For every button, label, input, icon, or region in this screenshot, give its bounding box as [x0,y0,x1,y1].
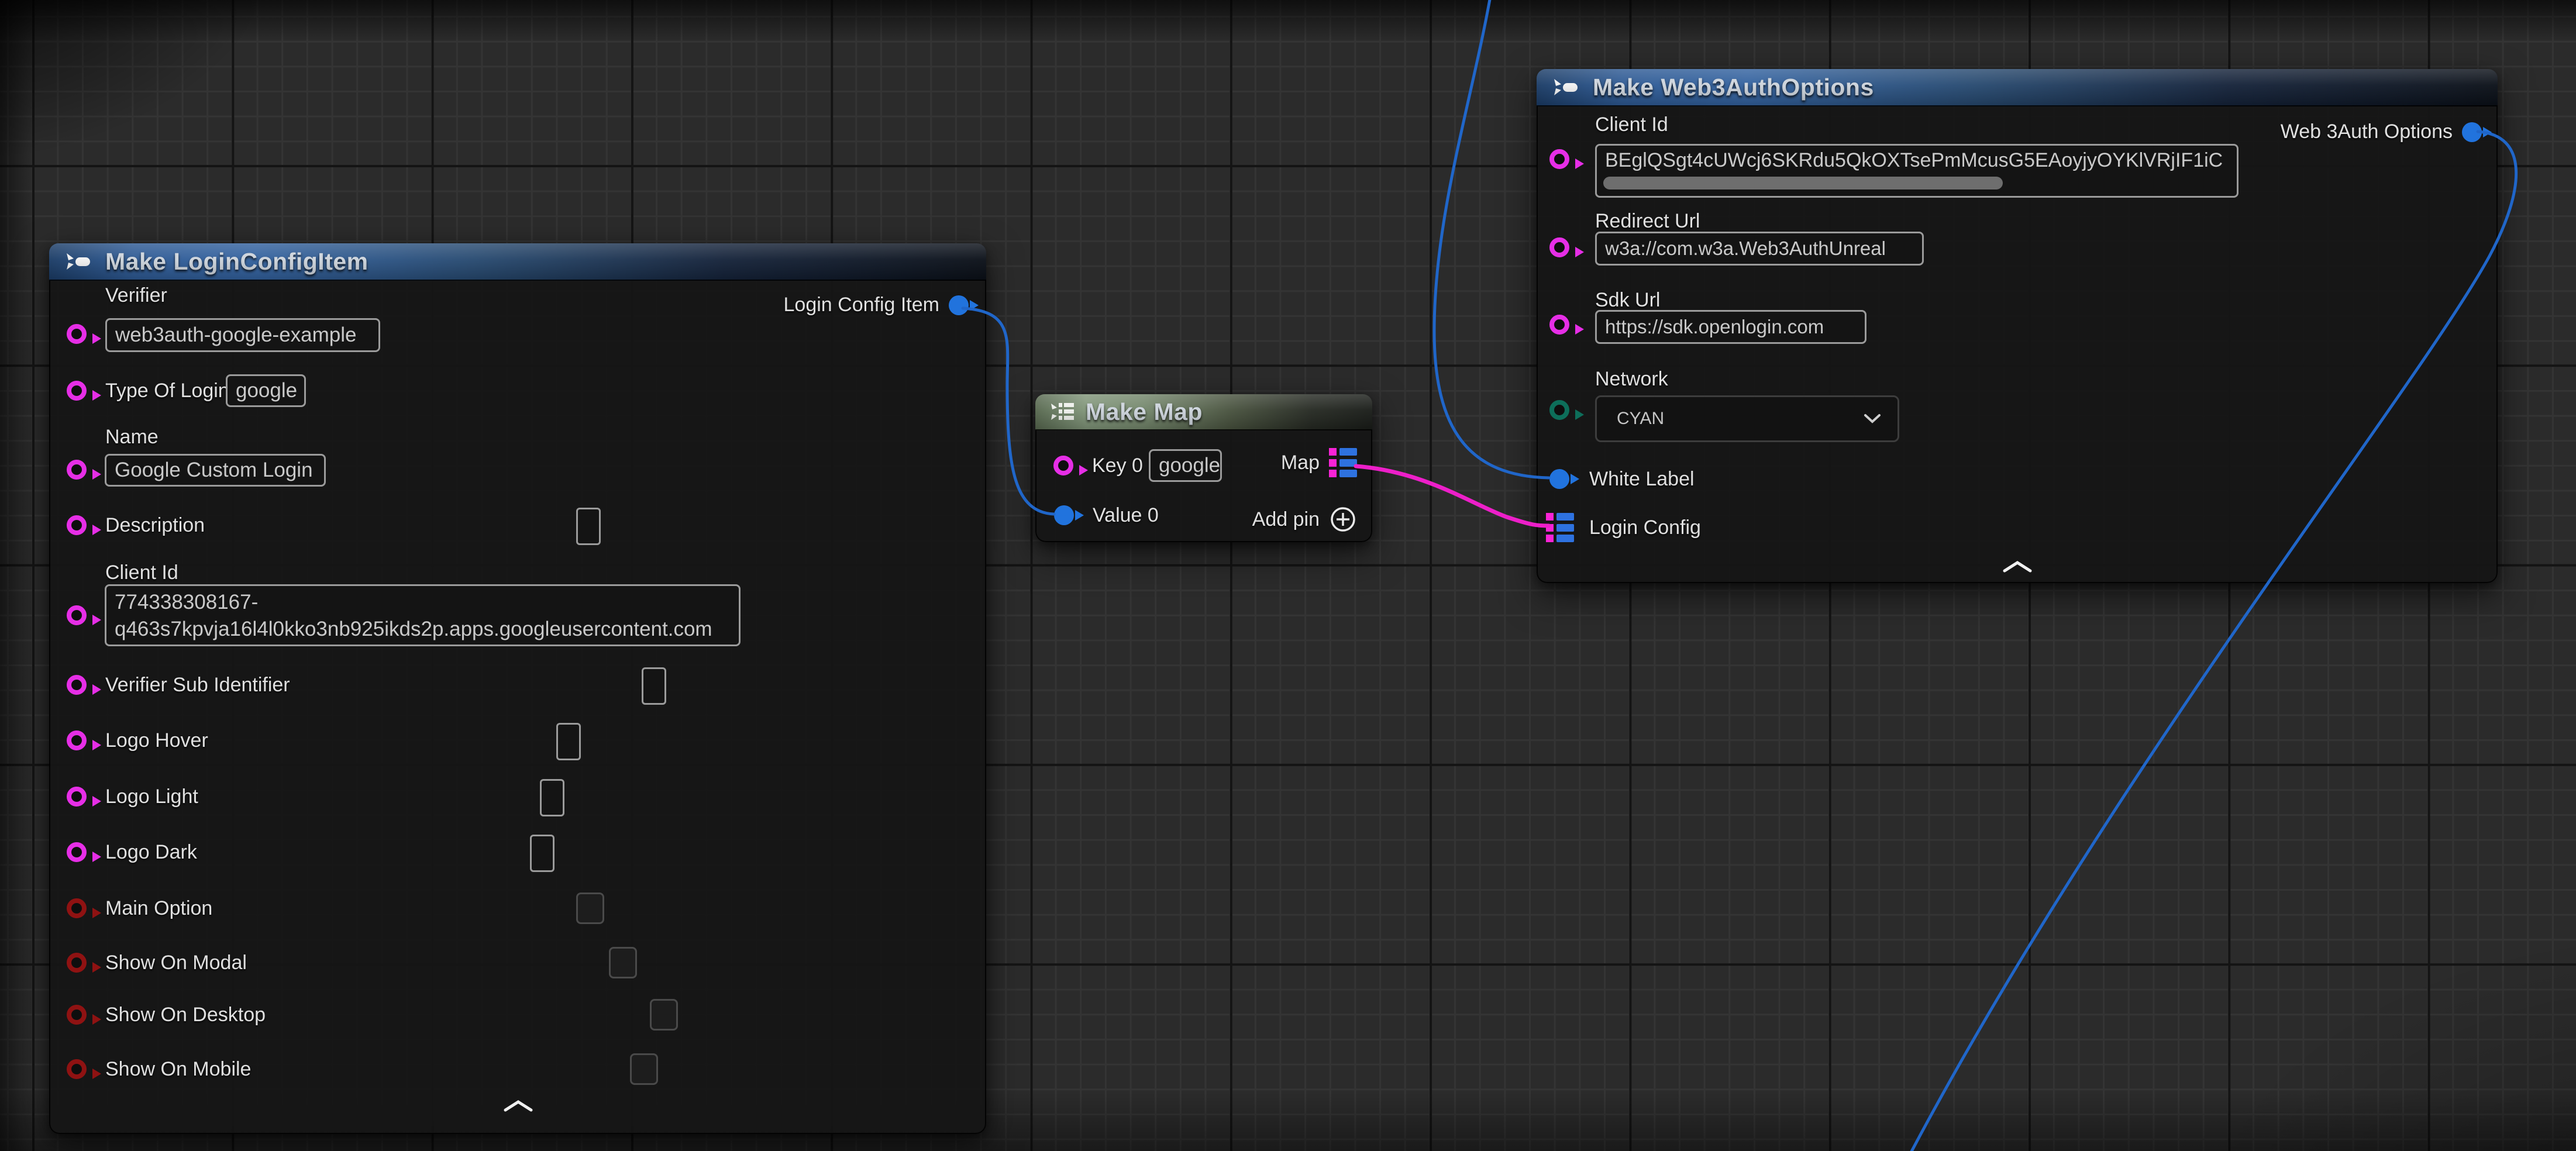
wire-offscreen-to-white-label[interactable] [1434,0,1549,478]
wire-web3auth-options-to-offscreen[interactable] [1908,132,2516,1151]
wire-login-config-item-to-value-0[interactable] [963,308,1054,514]
blueprint-canvas[interactable]: Make LoginConfigItem Login Config Item V… [0,0,2576,1151]
